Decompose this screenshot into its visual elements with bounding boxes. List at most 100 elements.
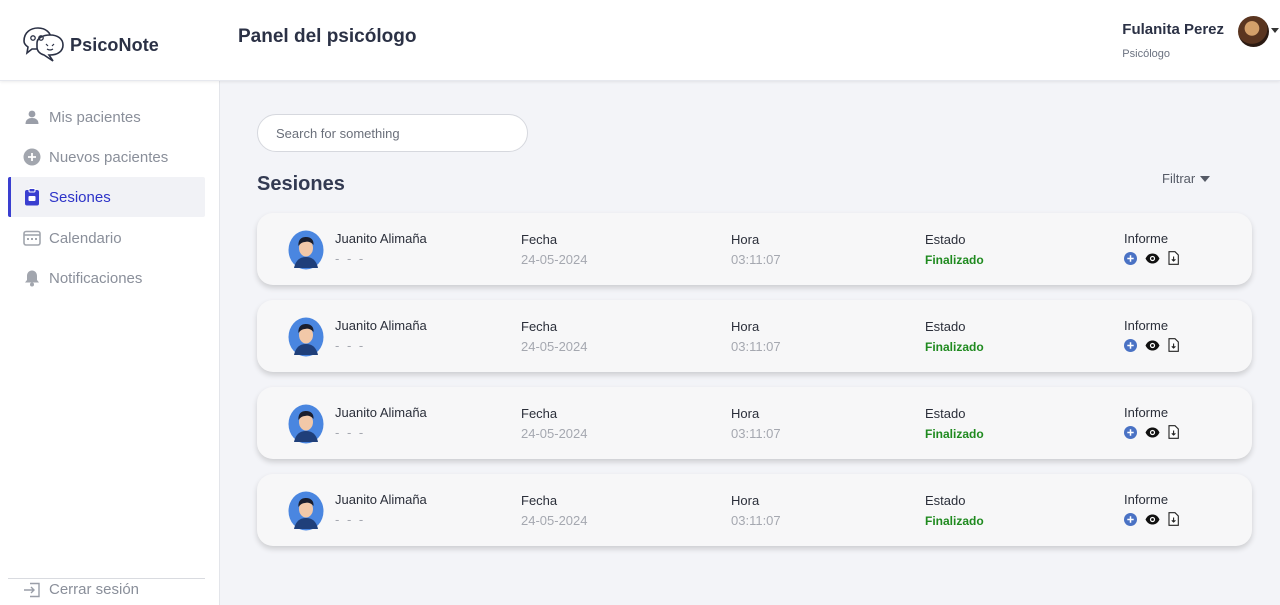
status-badge: Finalizado <box>925 427 984 441</box>
sidebar-item-mis-pacientes[interactable]: Mis pacientes <box>8 97 205 137</box>
logout-icon <box>23 582 41 598</box>
hora-value: 03:11:07 <box>731 426 781 441</box>
informe-cell: Informe <box>1124 231 1179 265</box>
sidebar-item-label: Nuevos pacientes <box>49 148 169 166</box>
patient-name: Juanito Alimaña <box>335 405 427 420</box>
sidebar-item-label: Sesiones <box>49 188 111 206</box>
divider <box>8 578 205 579</box>
eye-icon[interactable] <box>1145 514 1160 525</box>
sidebar-item-sesiones[interactable]: Sesiones <box>8 177 205 217</box>
fecha-label: Fecha <box>521 406 558 421</box>
fecha-cell: Fecha 24-05-2024 <box>521 232 588 267</box>
sidebar-item-label: Calendario <box>49 229 122 247</box>
eye-icon[interactable] <box>1145 427 1160 438</box>
estado-label: Estado <box>925 232 966 247</box>
fecha-value: 24-05-2024 <box>521 252 588 267</box>
add-report-icon[interactable] <box>1124 425 1137 439</box>
patient-subtitle: - - - <box>335 251 366 266</box>
informe-cell: Informe <box>1124 492 1179 526</box>
hora-label: Hora <box>731 406 760 421</box>
document-download-icon[interactable] <box>1168 251 1179 265</box>
status-badge: Finalizado <box>925 514 984 528</box>
patient-avatar-icon <box>288 491 324 531</box>
patient-subtitle: - - - <box>335 338 366 353</box>
estado-cell: Estado Finalizado <box>925 406 984 441</box>
eye-icon[interactable] <box>1145 340 1160 351</box>
filter-label: Filtrar <box>1162 171 1196 186</box>
top-header: PsicoNote Panel del psicólogo Fulanita P… <box>0 0 1280 81</box>
user-role: Psicólogo <box>1122 48 1170 60</box>
informe-cell: Informe <box>1124 318 1179 352</box>
status-badge: Finalizado <box>925 253 984 267</box>
hora-cell: Hora 03:11:07 <box>731 493 781 528</box>
add-report-icon[interactable] <box>1124 338 1137 352</box>
section-title: Sesiones <box>257 173 345 195</box>
hora-cell: Hora 03:11:07 <box>731 319 781 354</box>
fecha-cell: Fecha 24-05-2024 <box>521 493 588 528</box>
add-report-icon[interactable] <box>1124 251 1137 265</box>
patient-avatar-icon <box>288 230 324 270</box>
informe-cell: Informe <box>1124 405 1179 439</box>
search-input[interactable] <box>257 114 528 152</box>
hora-value: 03:11:07 <box>731 513 781 528</box>
logout-label: Cerrar sesión <box>49 581 140 598</box>
patient-avatar-icon <box>288 404 324 444</box>
page-title: Panel del psicólogo <box>238 26 417 47</box>
patient-subtitle: - - - <box>335 512 366 527</box>
hora-label: Hora <box>731 493 760 508</box>
eye-icon[interactable] <box>1145 253 1160 264</box>
user-info[interactable]: Fulanita Perez Psicólogo <box>1122 21 1224 60</box>
informe-label: Informe <box>1124 318 1169 333</box>
document-download-icon[interactable] <box>1168 512 1179 526</box>
sidebar: Mis pacientes Nuevos pacientes Sesiones … <box>0 81 220 605</box>
clipboard-icon <box>23 188 41 206</box>
patient-name: Juanito Alimaña <box>335 231 427 246</box>
session-card[interactable]: Juanito Alimaña - - - Fecha 24-05-2024 H… <box>257 474 1252 546</box>
patient-cell: Juanito Alimaña - - - <box>335 318 427 353</box>
fecha-label: Fecha <box>521 319 558 334</box>
fecha-label: Fecha <box>521 232 558 247</box>
filter-dropdown[interactable]: Filtrar <box>1162 171 1211 186</box>
document-download-icon[interactable] <box>1168 425 1179 439</box>
user-avatar[interactable] <box>1238 16 1269 47</box>
estado-cell: Estado Finalizado <box>925 319 984 354</box>
estado-label: Estado <box>925 493 966 508</box>
add-report-icon[interactable] <box>1124 512 1137 526</box>
estado-label: Estado <box>925 319 966 334</box>
informe-label: Informe <box>1124 492 1169 507</box>
fecha-value: 24-05-2024 <box>521 339 588 354</box>
bell-icon <box>23 269 41 287</box>
status-badge: Finalizado <box>925 340 984 354</box>
session-card[interactable]: Juanito Alimaña - - - Fecha 24-05-2024 H… <box>257 387 1252 459</box>
fecha-value: 24-05-2024 <box>521 426 588 441</box>
estado-cell: Estado Finalizado <box>925 493 984 528</box>
patient-name: Juanito Alimaña <box>335 318 427 333</box>
hora-label: Hora <box>731 232 760 247</box>
estado-cell: Estado Finalizado <box>925 232 984 267</box>
patient-cell: Juanito Alimaña - - - <box>335 492 427 527</box>
hora-label: Hora <box>731 319 760 334</box>
calendar-icon <box>23 229 41 247</box>
caret-down-icon <box>1200 175 1211 182</box>
hora-value: 03:11:07 <box>731 339 781 354</box>
logout-button[interactable]: Cerrar sesión <box>23 581 139 598</box>
plus-circle-icon <box>23 148 41 166</box>
sidebar-item-label: Notificaciones <box>49 269 143 287</box>
sidebar-item-notificaciones[interactable]: Notificaciones <box>8 258 205 298</box>
sidebar-item-nuevos-pacientes[interactable]: Nuevos pacientes <box>8 137 205 177</box>
estado-label: Estado <box>925 406 966 421</box>
app-name: PsicoNote <box>70 34 159 55</box>
session-card[interactable]: Juanito Alimaña - - - Fecha 24-05-2024 H… <box>257 300 1252 372</box>
person-icon <box>23 108 41 126</box>
session-card[interactable]: Juanito Alimaña - - - Fecha 24-05-2024 H… <box>257 213 1252 285</box>
caret-down-icon[interactable] <box>1271 28 1279 33</box>
fecha-cell: Fecha 24-05-2024 <box>521 406 588 441</box>
hora-value: 03:11:07 <box>731 252 781 267</box>
hora-cell: Hora 03:11:07 <box>731 406 781 441</box>
app-logo[interactable]: PsicoNote <box>20 25 159 65</box>
document-download-icon[interactable] <box>1168 338 1179 352</box>
sidebar-item-calendario[interactable]: Calendario <box>8 218 205 258</box>
fecha-label: Fecha <box>521 493 558 508</box>
informe-label: Informe <box>1124 405 1169 420</box>
patient-name: Juanito Alimaña <box>335 492 427 507</box>
